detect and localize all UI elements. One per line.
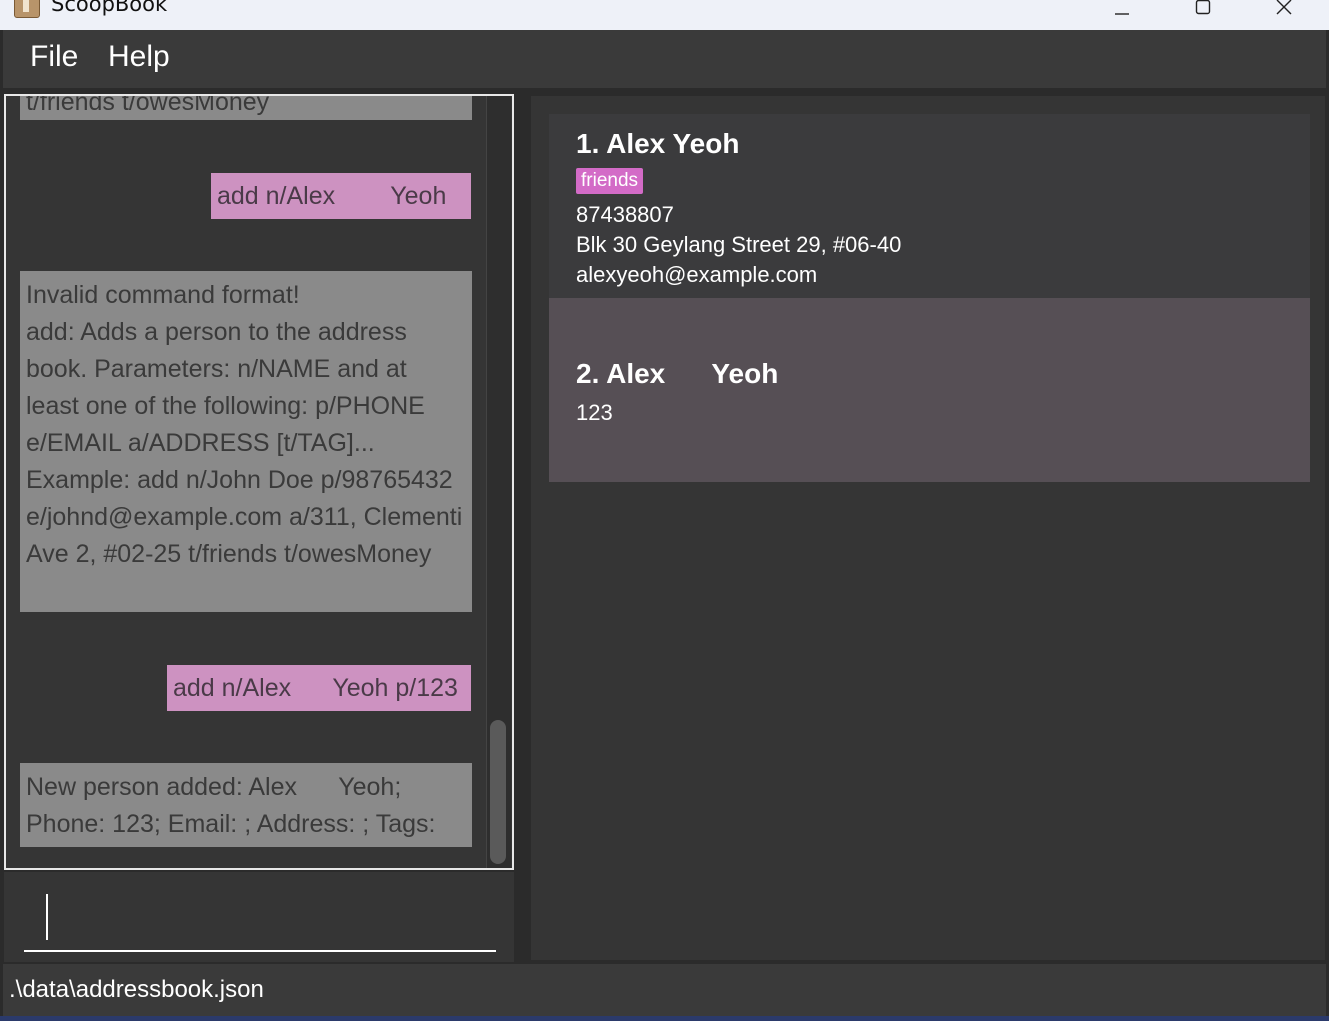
result-message-added: New person added: Alex Yeoh; Phone: 123;… xyxy=(20,763,472,847)
person-list-panel[interactable]: 1. Alex Yeoh friends 87438807 Blk 30 Gey… xyxy=(529,94,1327,962)
command-box xyxy=(4,872,514,962)
data-file-path: .\data\addressbook.json xyxy=(9,976,264,1003)
title-bar: ScoopBook xyxy=(0,0,1329,30)
status-bar: .\data\addressbook.json xyxy=(3,964,1326,1016)
person-name: 1. Alex Yeoh xyxy=(576,128,740,159)
window-title: ScoopBook xyxy=(51,0,168,16)
command-input[interactable] xyxy=(24,886,496,952)
menu-bar: File Help xyxy=(3,30,1326,88)
person-address: Blk 30 Geylang Street 29, #06-40 xyxy=(576,232,902,257)
app-window: ScoopBook File Help t/friends t/owesMone… xyxy=(0,0,1329,1016)
user-command-bubble: add n/Alex Yeoh p/123 xyxy=(167,665,471,711)
person-phone: 87438807 xyxy=(576,202,674,227)
person-email: alexyeoh@example.com xyxy=(576,262,818,287)
command-history-panel[interactable]: t/friends t/owesMoney add n/Alex Yeoh In… xyxy=(4,94,514,870)
tag-badge: friends xyxy=(576,168,644,194)
user-command-bubble: add n/Alex Yeoh xyxy=(211,173,471,219)
maximize-icon xyxy=(1195,0,1211,15)
scrollbar-thumb[interactable] xyxy=(490,720,506,864)
maximize-button[interactable] xyxy=(1166,0,1246,30)
text-caret xyxy=(46,894,48,940)
minimize-icon xyxy=(1115,13,1129,15)
person-card[interactable]: 1. Alex Yeoh friends 87438807 Blk 30 Gey… xyxy=(549,114,1310,298)
result-message-invalid: Invalid command format! add: Adds a pers… xyxy=(20,271,472,612)
menu-help[interactable]: Help xyxy=(108,40,170,74)
result-message-partial: t/friends t/owesMoney xyxy=(20,96,472,120)
menu-file[interactable]: File xyxy=(30,40,78,74)
minimize-button[interactable] xyxy=(1085,0,1165,30)
person-phone: 123 xyxy=(576,400,613,425)
close-icon xyxy=(1276,0,1292,15)
app-icon xyxy=(14,0,40,18)
person-name: 2. Alex Yeoh xyxy=(576,358,779,389)
person-card-selected[interactable]: 2. Alex Yeoh 123 xyxy=(549,298,1310,482)
close-button[interactable] xyxy=(1247,0,1327,30)
